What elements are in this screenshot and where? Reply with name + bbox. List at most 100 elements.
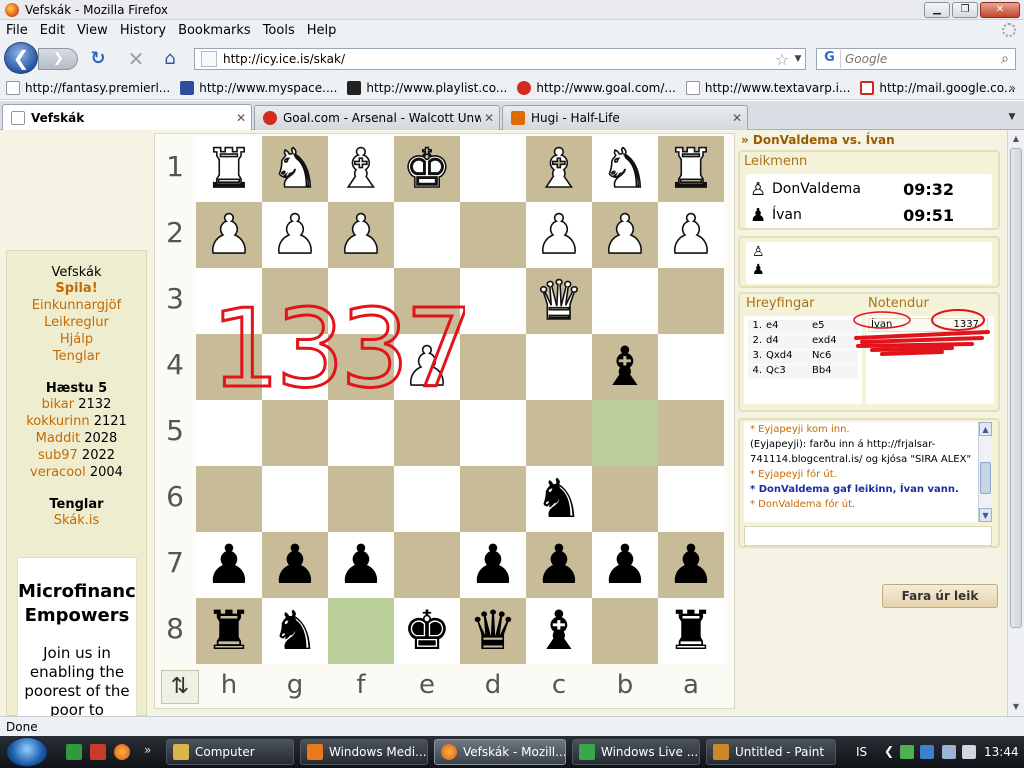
nav-link-play[interactable]: Spila! <box>7 280 146 297</box>
board-square[interactable]: ♞ <box>592 136 658 202</box>
stop-icon[interactable]: ✕ <box>126 49 146 69</box>
board-square[interactable]: ♛ <box>526 268 592 334</box>
board-square[interactable] <box>196 466 262 532</box>
chat-input[interactable] <box>744 526 992 546</box>
board-square[interactable] <box>328 334 394 400</box>
board-square[interactable] <box>526 334 592 400</box>
board-square[interactable]: ♜ <box>658 136 724 202</box>
board-square[interactable] <box>262 334 328 400</box>
board-square[interactable] <box>592 400 658 466</box>
task-computer[interactable]: Computer <box>166 739 294 765</box>
bookmark-item[interactable]: http://www.goal.com/... <box>517 80 676 95</box>
task-windows-live[interactable]: Windows Live ... <box>572 739 700 765</box>
board-square[interactable] <box>658 334 724 400</box>
menu-view[interactable]: View <box>77 23 108 38</box>
top-player-name[interactable]: bikar <box>42 397 74 412</box>
board-square[interactable] <box>526 400 592 466</box>
board-square[interactable]: ♟ <box>328 202 394 268</box>
leave-game-button[interactable]: Fara úr leik <box>882 584 998 608</box>
bookmark-item[interactable]: http://fantasy.premierl... <box>6 80 170 95</box>
menu-file[interactable]: File <box>6 23 28 38</box>
menu-history[interactable]: History <box>120 23 166 38</box>
board-square[interactable] <box>460 334 526 400</box>
top-player-name[interactable]: Maddit <box>36 431 80 446</box>
board-square[interactable] <box>394 202 460 268</box>
board-square[interactable] <box>394 532 460 598</box>
black-king-icon[interactable]: ♚ <box>403 604 451 658</box>
white-bishop-icon[interactable]: ♝ <box>336 141 386 197</box>
board-square[interactable]: ♝ <box>526 598 592 664</box>
menu-bookmarks[interactable]: Bookmarks <box>178 23 251 38</box>
black-rook-icon[interactable]: ♜ <box>667 604 715 658</box>
tab-goal[interactable]: Goal.com - Arsenal - Walcott Unwo... ✕ <box>254 105 500 130</box>
board-square[interactable] <box>592 466 658 532</box>
tray-chevron-icon[interactable]: ❮ <box>884 744 894 758</box>
board-square[interactable] <box>460 268 526 334</box>
chat-scrollbar[interactable]: ▲ ▼ <box>978 422 992 522</box>
board-square[interactable]: ♜ <box>658 598 724 664</box>
board-square[interactable]: ♜ <box>196 598 262 664</box>
black-knight-icon[interactable]: ♞ <box>271 604 319 658</box>
url-bar[interactable]: http://icy.ice.is/skak/ ☆ ▼ <box>194 48 806 70</box>
tab-list-icon[interactable]: ▼ <box>1004 107 1020 127</box>
black-knight-icon[interactable]: ♞ <box>535 472 583 526</box>
white-knight-icon[interactable]: ♞ <box>270 141 320 197</box>
board-square[interactable] <box>592 268 658 334</box>
menu-tools[interactable]: Tools <box>263 23 295 38</box>
black-bishop-icon[interactable]: ♝ <box>535 604 583 658</box>
board-square[interactable] <box>658 400 724 466</box>
board-square[interactable] <box>460 136 526 202</box>
board-square[interactable]: ♟ <box>196 202 262 268</box>
black-pawn-icon[interactable]: ♟ <box>667 538 715 592</box>
tab-hugi[interactable]: Hugi - Half-Life ✕ <box>502 105 748 130</box>
url-dropdown-icon[interactable]: ▼ <box>791 54 805 64</box>
board-square[interactable]: ♟ <box>328 532 394 598</box>
top-player-name[interactable]: kokkurinn <box>26 414 89 429</box>
chat-scroll-up-icon[interactable]: ▲ <box>979 422 992 436</box>
menu-edit[interactable]: Edit <box>40 23 65 38</box>
nav-link-links[interactable]: Tenglar <box>7 348 146 365</box>
white-pawn-icon[interactable]: ♟ <box>336 207 386 263</box>
task-paint[interactable]: Untitled - Paint <box>706 739 836 765</box>
board-square[interactable]: ♟ <box>262 202 328 268</box>
board-square[interactable]: ♟ <box>196 532 262 598</box>
search-input[interactable] <box>841 52 995 66</box>
board-square[interactable]: ♟ <box>526 532 592 598</box>
top-player-name[interactable]: veracool <box>30 465 86 480</box>
board-square[interactable]: ♞ <box>262 136 328 202</box>
board-square[interactable] <box>460 466 526 532</box>
board-square[interactable]: ♜ <box>196 136 262 202</box>
network-tray-icon[interactable] <box>920 745 934 759</box>
close-button[interactable]: ✕ <box>980 2 1020 18</box>
board-square[interactable]: ♞ <box>262 598 328 664</box>
board-square[interactable] <box>460 202 526 268</box>
menu-help[interactable]: Help <box>307 23 337 38</box>
search-engine-icon[interactable]: G <box>819 50 841 68</box>
board-square[interactable] <box>328 268 394 334</box>
black-pawn-icon[interactable]: ♟ <box>271 538 319 592</box>
white-rook-icon[interactable]: ♜ <box>666 141 716 197</box>
white-pawn-icon[interactable]: ♟ <box>666 207 716 263</box>
white-pawn-icon[interactable]: ♟ <box>534 207 584 263</box>
tab-vefskak[interactable]: Vefskák ✕ <box>2 104 252 131</box>
board-square[interactable] <box>394 466 460 532</box>
white-knight-icon[interactable]: ♞ <box>600 141 650 197</box>
white-rook-icon[interactable]: ♜ <box>204 141 254 197</box>
minimize-button[interactable]: ▁ <box>924 2 950 18</box>
scroll-down-icon[interactable]: ▼ <box>1009 699 1023 715</box>
white-bishop-icon[interactable]: ♝ <box>534 141 584 197</box>
volume-tray-icon[interactable] <box>942 745 956 759</box>
chat-scroll-thumb[interactable] <box>980 462 991 494</box>
board-square[interactable] <box>658 466 724 532</box>
board-square[interactable]: ♛ <box>460 598 526 664</box>
black-pawn-icon[interactable]: ♟ <box>337 538 385 592</box>
chessboard[interactable]: ♜ ♞ ♝ ♚ ♝ ♞ ♜ ♟ ♟ ♟ ♟ ♟ ♟ ♛ ♟ ♝ ♞ ♟ ♟ ♟ ♟ ♟ ♟ ♟ ♜ ♞ ♚ ♛ ♝ ♜ <box>196 136 727 665</box>
task-media-player[interactable]: Windows Medi... <box>300 739 428 765</box>
board-square[interactable]: ♞ <box>526 466 592 532</box>
black-pawn-icon[interactable]: ♟ <box>601 538 649 592</box>
page-scrollbar[interactable]: ▲ ▼ <box>1007 130 1024 716</box>
black-queen-icon[interactable]: ♛ <box>469 604 517 658</box>
board-square[interactable]: ♟ <box>592 202 658 268</box>
maximize-button[interactable]: ❐ <box>952 2 978 18</box>
board-square[interactable]: ♟ <box>658 202 724 268</box>
